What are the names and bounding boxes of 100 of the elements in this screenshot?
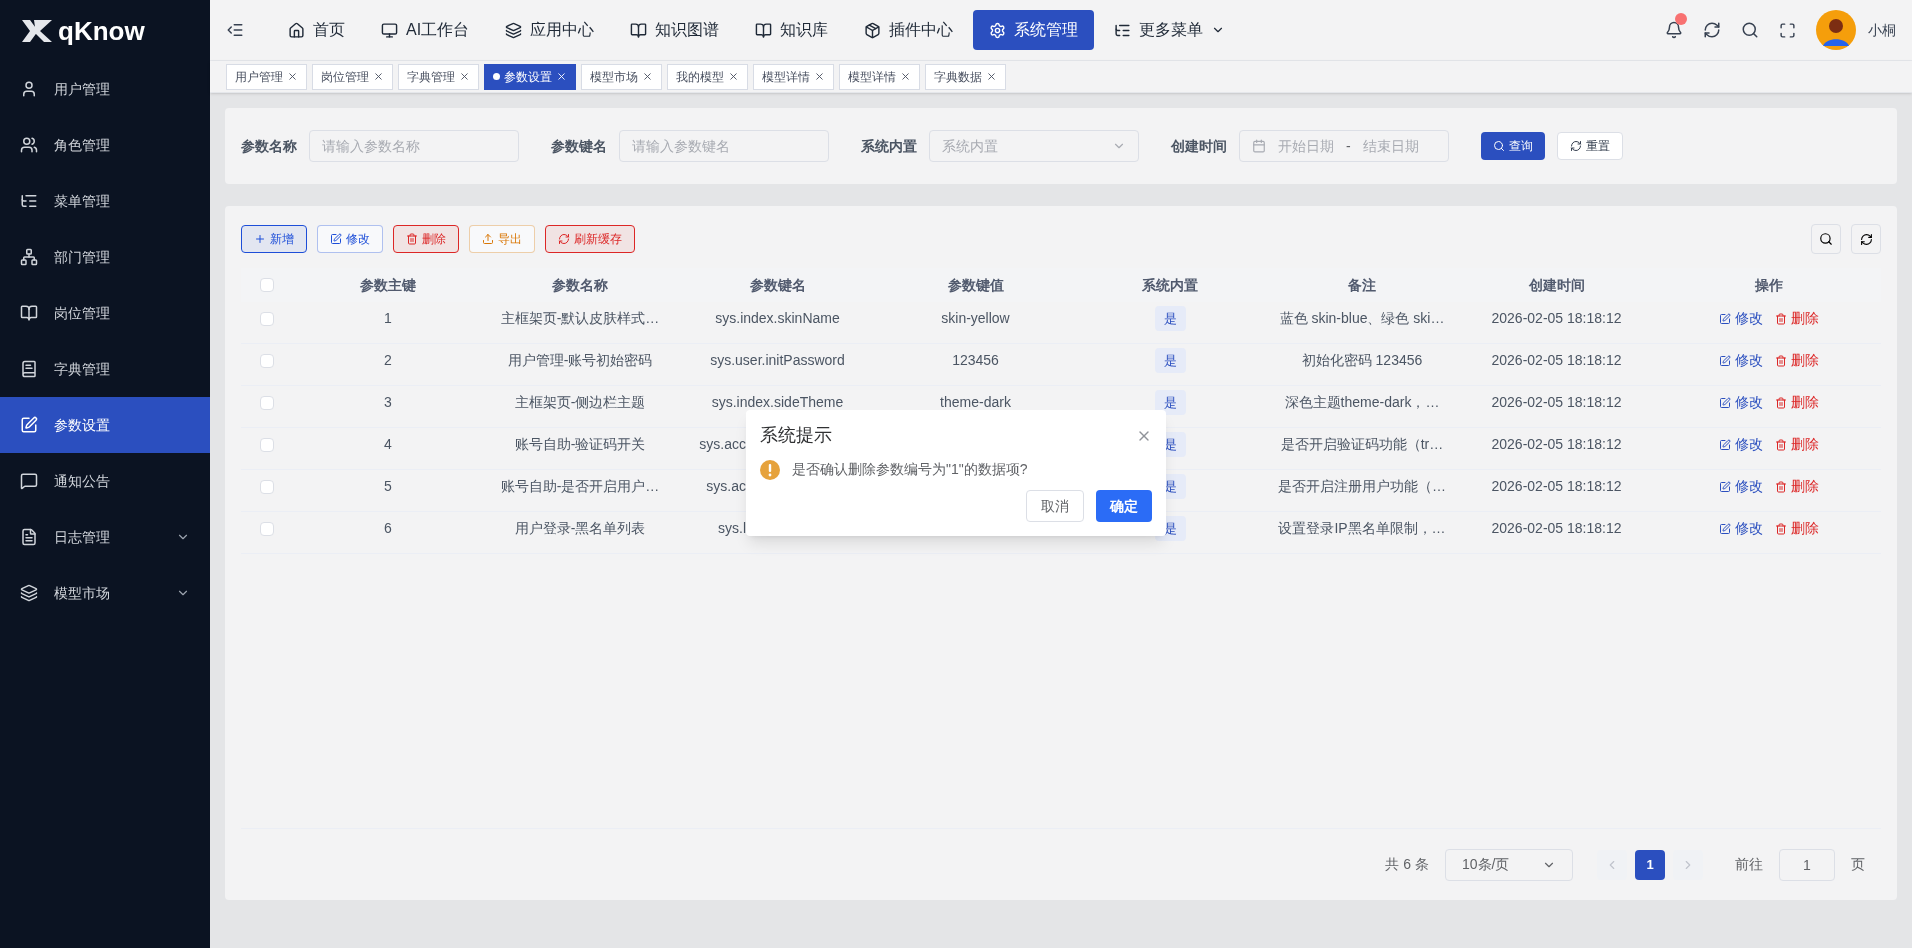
page-tab[interactable]: 字典数据 <box>925 63 1006 90</box>
edit-link[interactable]: 修改 <box>1718 308 1763 330</box>
sidebar-item[interactable]: 菜单管理 <box>0 173 210 229</box>
checkbox[interactable] <box>260 311 274 326</box>
delete-link[interactable]: 删除 <box>1774 476 1819 498</box>
nav-item[interactable]: AI工作台 <box>365 10 486 50</box>
avatar[interactable] <box>1816 10 1856 50</box>
edit-icon <box>1718 396 1731 409</box>
nav-item[interactable]: 插件中心 <box>848 10 970 50</box>
edit-link[interactable]: 修改 <box>1718 392 1763 414</box>
toolbar-button[interactable]: 刷新缓存 <box>545 225 635 253</box>
page-size-select[interactable]: 10条/页 <box>1445 848 1573 881</box>
edit-link[interactable]: 修改 <box>1718 476 1763 498</box>
table-cell-text: 主框架页-侧边栏主题 <box>514 393 646 413</box>
page-tab[interactable]: 模型市场 <box>581 63 662 90</box>
page-tab[interactable]: 字典管理 <box>398 63 479 90</box>
page-tab[interactable]: 我的模型 <box>667 63 748 90</box>
page-tab[interactable]: 模型详情 <box>839 63 920 90</box>
delete-link[interactable]: 删除 <box>1774 308 1819 330</box>
warning-icon <box>760 459 780 480</box>
page-tab[interactable]: 用户管理 <box>226 63 307 90</box>
text-field[interactable]: 请输入参数名称 <box>309 130 519 162</box>
search-icon <box>1819 232 1833 246</box>
table-cell-text: 2026-02-05 18:18:12 <box>1491 519 1622 539</box>
sidebar-item[interactable]: 通知公告 <box>0 453 210 509</box>
edit-link[interactable]: 修改 <box>1718 518 1763 540</box>
refresh-icon[interactable] <box>1703 21 1721 39</box>
checkbox[interactable] <box>260 395 274 410</box>
bell-icon[interactable] <box>1665 21 1683 39</box>
table-cell-text: sys.l <box>718 519 746 539</box>
user-icon <box>20 80 38 98</box>
edit-icon <box>1718 522 1731 535</box>
search-toggle-button[interactable] <box>1811 224 1841 254</box>
close-icon[interactable] <box>900 71 911 82</box>
sidebar-item[interactable]: 字典管理 <box>0 341 210 397</box>
checkbox[interactable] <box>260 353 274 368</box>
text-field[interactable]: 请输入参数键名 <box>619 130 829 162</box>
page-tab[interactable]: 参数设置 <box>484 63 576 90</box>
close-icon[interactable] <box>373 71 384 82</box>
search-icon[interactable] <box>1741 21 1759 39</box>
sidebar-item[interactable]: 参数设置 <box>0 397 210 453</box>
page-tab[interactable]: 模型详情 <box>753 63 834 90</box>
sidebar-item[interactable]: 角色管理 <box>0 117 210 173</box>
delete-link[interactable]: 删除 <box>1774 392 1819 414</box>
close-icon[interactable] <box>287 71 298 82</box>
checkbox[interactable] <box>260 278 274 292</box>
page-number-field[interactable]: 1 <box>1779 848 1835 881</box>
page-button[interactable]: 1 <box>1635 849 1665 880</box>
checkbox[interactable] <box>260 437 274 452</box>
nav-item[interactable]: 知识图谱 <box>614 10 736 50</box>
date-range-field[interactable]: 开始日期 - 结束日期 <box>1239 130 1449 162</box>
layers-icon <box>505 21 523 39</box>
close-icon[interactable] <box>728 71 739 82</box>
package-icon <box>864 21 882 39</box>
table-cell-text: 1 <box>384 309 392 329</box>
column-header: 参数主键 <box>359 275 417 295</box>
edit-link[interactable]: 修改 <box>1718 350 1763 372</box>
user-name[interactable]: 小桐 <box>1868 19 1896 41</box>
nav-item[interactable]: 应用中心 <box>489 10 611 50</box>
nav-item[interactable]: 首页 <box>272 10 361 50</box>
refresh-icon <box>558 233 570 245</box>
checkbox[interactable] <box>260 521 274 536</box>
nav-item[interactable]: 更多菜单 <box>1098 10 1242 50</box>
close-icon[interactable] <box>986 71 997 82</box>
sidebar-item[interactable]: 岗位管理 <box>0 285 210 341</box>
sidebar-item[interactable]: 部门管理 <box>0 229 210 285</box>
sidebar-item[interactable]: 用户管理 <box>0 61 210 117</box>
edit-icon <box>1718 438 1731 451</box>
close-icon[interactable] <box>459 71 470 82</box>
nav-item[interactable]: 知识库 <box>739 10 845 50</box>
total-count: 共 6 条 <box>1385 855 1429 874</box>
cancel-button[interactable]: 取消 <box>1026 490 1084 522</box>
trash-icon <box>406 233 418 245</box>
refresh-button[interactable] <box>1851 224 1881 254</box>
table-cell-text: sys.ac <box>706 477 746 497</box>
close-icon[interactable] <box>642 71 653 82</box>
sidebar-item[interactable]: 日志管理 <box>0 509 210 565</box>
collapse-menu-icon[interactable] <box>226 21 244 39</box>
close-icon[interactable] <box>556 71 567 82</box>
close-icon[interactable] <box>814 71 825 82</box>
users-icon <box>20 136 38 154</box>
dialog-title: 系统提示 <box>760 424 832 447</box>
nav-item[interactable]: 系统管理 <box>973 10 1095 50</box>
reset-button[interactable]: 重置 <box>1557 132 1623 160</box>
delete-link[interactable]: 删除 <box>1774 518 1819 540</box>
confirm-button[interactable]: 确定 <box>1096 490 1152 522</box>
checkbox[interactable] <box>260 479 274 494</box>
toolbar-button[interactable]: 新增 <box>241 225 307 253</box>
search-button[interactable]: 查询 <box>1481 132 1545 160</box>
fullscreen-icon[interactable] <box>1779 21 1796 39</box>
table-cell-text: 2026-02-05 18:18:12 <box>1491 351 1622 371</box>
delete-link[interactable]: 删除 <box>1774 434 1819 456</box>
refresh-icon <box>1570 140 1582 152</box>
sidebar-item[interactable]: 模型市场 <box>0 565 210 621</box>
delete-link[interactable]: 删除 <box>1774 350 1819 372</box>
toolbar-button[interactable]: 删除 <box>393 225 459 253</box>
table-cell-text: 3 <box>384 393 392 413</box>
page-tab[interactable]: 岗位管理 <box>312 63 393 90</box>
monitor-icon <box>381 21 398 39</box>
edit-link[interactable]: 修改 <box>1718 434 1763 456</box>
